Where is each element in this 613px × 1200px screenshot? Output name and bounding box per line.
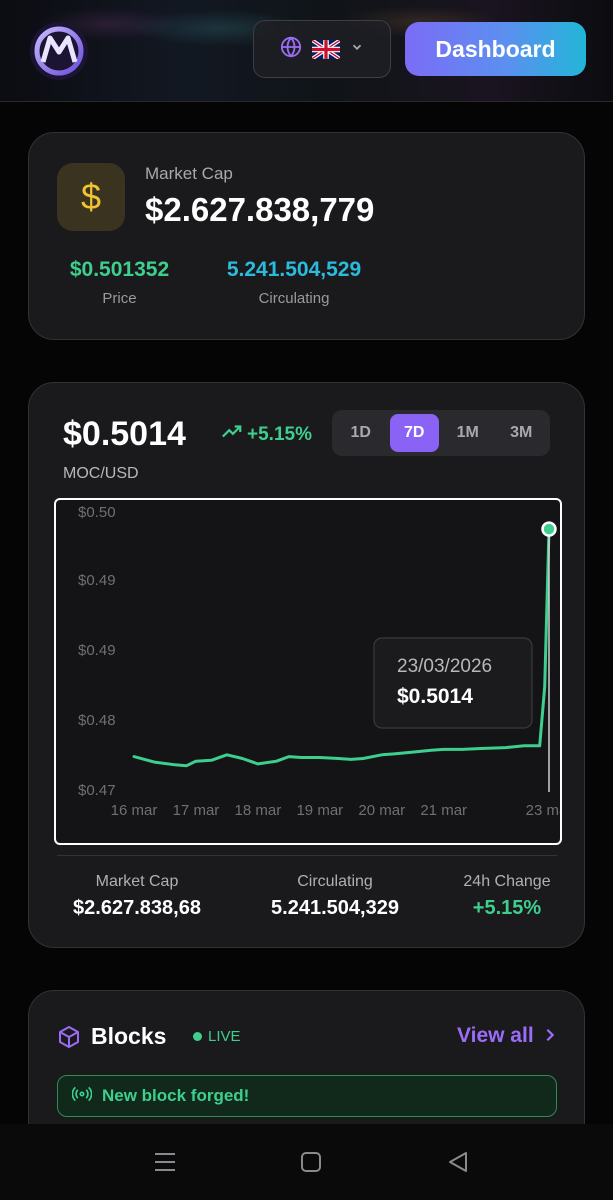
y-tick-label: $0.50 (78, 504, 116, 521)
bottom-market-cap-label: Market Cap (95, 873, 179, 890)
market-cap-value: $2.627.838,779 (145, 191, 375, 228)
y-tick-label: $0.49 (78, 642, 116, 659)
bottom-change-label: 24h Change (463, 873, 551, 890)
uk-flag-icon (312, 39, 340, 59)
cube-icon (57, 1025, 81, 1054)
market-summary-card: $ Market Cap $2.627.838,779 $0.501352 Pr… (28, 132, 585, 340)
bottom-market-cap-value: $2.627.838,68 (73, 897, 201, 919)
bottom-market-cap: Market Cap $2.627.838,68 (57, 873, 217, 920)
circulating-stat: 5.241.504,529 Circulating (209, 258, 379, 307)
back-icon[interactable] (446, 1150, 470, 1179)
x-tick-label: 18 mar (235, 802, 282, 819)
price-change-value: +5.15% (247, 424, 312, 445)
circulating-label: Circulating (258, 290, 330, 307)
tab-1d[interactable]: 1D (336, 414, 386, 452)
x-tick-label: 20 mar (358, 802, 405, 819)
bottom-change-value: +5.15% (472, 897, 542, 919)
dashboard-button[interactable]: Dashboard (405, 22, 586, 76)
trading-pair: MOC/USD (63, 465, 139, 482)
timeframe-tabs: 1D 7D 1M 3M (332, 410, 550, 456)
home-icon[interactable] (299, 1150, 323, 1179)
view-all-label: View all (457, 1024, 534, 1047)
recent-apps-icon[interactable] (153, 1150, 177, 1179)
circulating-value: 5.241.504,529 (226, 258, 362, 281)
data-point-latest (541, 521, 557, 537)
live-indicator: LIVE (193, 1028, 241, 1045)
price-chart-card: $0.5014 +5.15% MOC/USD 1D 7D 1M 3M $0.50… (28, 382, 585, 948)
price-stat: $0.501352 Price (57, 258, 182, 307)
x-tick-label: 19 mar (296, 802, 343, 819)
new-block-text: New block forged! (102, 1086, 250, 1105)
view-all-link[interactable]: View all (457, 1024, 556, 1048)
dollar-icon: $ (57, 163, 125, 231)
price-line-chart: $0.50 $0.49 $0.49 $0.48 $0.47 16 mar 17 mar 18 … (78, 504, 560, 819)
market-cap-label: Market Cap (145, 164, 233, 183)
price-label: Price (102, 290, 137, 307)
y-tick-label: $0.49 (78, 572, 116, 589)
trending-up-icon (221, 424, 243, 446)
price-chart[interactable]: $0.50 $0.49 $0.49 $0.48 $0.47 16 mar 17 mar 18 … (54, 498, 562, 845)
divider (57, 855, 557, 856)
chevron-down-icon (350, 40, 364, 59)
y-tick-label: $0.48 (78, 712, 116, 729)
blocks-title: Blocks (91, 1023, 167, 1049)
chart-tooltip (373, 637, 533, 729)
tab-1m[interactable]: 1M (443, 414, 493, 452)
tab-3m[interactable]: 3M (497, 414, 547, 452)
x-tick-label: 21 mar (420, 802, 467, 819)
bottom-circulating-label: Circulating (297, 873, 373, 890)
brand-logo[interactable] (28, 20, 90, 82)
tooltip-date: 23/03/2026 (397, 656, 492, 677)
broadcast-icon (71, 1085, 93, 1108)
x-tick-label: 17 mar (173, 802, 220, 819)
live-label: LIVE (208, 1028, 241, 1045)
current-price: $0.5014 (63, 415, 186, 453)
bottom-24h-change: 24h Change +5.15% (452, 873, 562, 920)
live-dot-icon (193, 1032, 202, 1041)
price-value: $0.501352 (69, 258, 170, 281)
bottom-circulating: Circulating 5.241.504,329 (255, 873, 415, 920)
globe-icon (280, 35, 302, 63)
chevron-right-icon (544, 1024, 556, 1048)
tab-7d[interactable]: 7D (389, 414, 439, 452)
app-header: Dashboard (0, 0, 613, 102)
bottom-circulating-value: 5.241.504,329 (271, 897, 399, 919)
new-block-banner: New block forged! (57, 1075, 557, 1117)
y-tick-label: $0.47 (78, 782, 116, 799)
system-nav-bar (0, 1124, 613, 1200)
x-tick-label: 23 mar (526, 802, 560, 819)
price-change: +5.15% (221, 424, 312, 446)
language-selector[interactable] (253, 20, 391, 78)
tooltip-value: $0.5014 (397, 685, 473, 708)
x-tick-label: 16 mar (111, 802, 158, 819)
